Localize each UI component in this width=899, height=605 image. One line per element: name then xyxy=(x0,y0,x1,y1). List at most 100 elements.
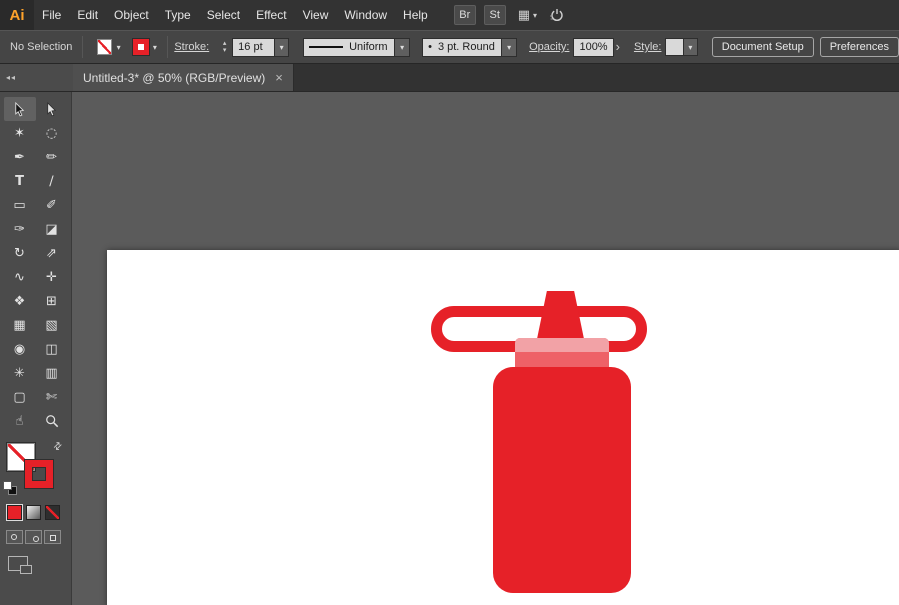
control-bar: No Selection ▾ ▾ Stroke: ▴ ▾ 16 pt ▾ Uni… xyxy=(0,30,899,64)
width-profile-dropdown[interactable]: Uniform ▾ xyxy=(303,38,410,57)
draw-behind-button[interactable] xyxy=(25,530,42,544)
menu-help[interactable]: Help xyxy=(395,0,436,30)
free-transform-icon: ✛ xyxy=(46,271,57,284)
shape-builder-tool[interactable]: ❖ xyxy=(4,289,36,313)
gradient-icon: ▧ xyxy=(45,319,57,332)
stroke-weight-stepper[interactable]: ▴ ▾ xyxy=(219,40,230,54)
brush-dropdown[interactable]: • 3 pt. Round ▾ xyxy=(422,38,517,57)
none-button[interactable] xyxy=(45,505,60,520)
blend-icon: ◫ xyxy=(45,343,57,356)
fill-none-swatch[interactable] xyxy=(97,39,112,55)
draw-inside-button[interactable] xyxy=(44,530,61,544)
fill-chevron-icon[interactable]: ▾ xyxy=(112,38,125,56)
arrange-documents-button[interactable]: ▦ ▾ xyxy=(518,8,537,23)
stroke-swatch-red[interactable] xyxy=(25,460,53,488)
eraser-tool[interactable]: ◪ xyxy=(36,217,68,241)
bottle-neck-band-highlight xyxy=(515,338,609,352)
separator xyxy=(82,36,83,58)
preferences-button[interactable]: Preferences xyxy=(820,37,899,57)
width-tool[interactable]: ∿ xyxy=(4,265,36,289)
column-graph-tool[interactable]: ▥ xyxy=(36,361,68,385)
draw-normal-button[interactable] xyxy=(6,530,23,544)
rectangle-tool[interactable]: ▭ xyxy=(4,193,36,217)
swap-fill-stroke-icon[interactable]: ⇄ xyxy=(51,440,65,454)
gpu-performance-button[interactable] xyxy=(549,7,565,23)
width-icon: ∿ xyxy=(14,271,25,284)
screen-mode-icon xyxy=(20,565,32,574)
slice-tool[interactable]: ✄ xyxy=(36,385,68,409)
style-chevron-icon[interactable]: ▾ xyxy=(684,38,698,56)
tab-bar: ◂◂ Untitled-3* @ 50% (RGB/Preview) × xyxy=(0,64,899,92)
type-tool[interactable]: T xyxy=(4,169,36,193)
hand-tool[interactable]: ☝ xyxy=(4,409,36,433)
hand-icon: ☝ xyxy=(16,415,24,428)
paintbrush-tool[interactable]: ✐ xyxy=(36,193,68,217)
stroke-profile-preview xyxy=(309,46,343,48)
document-setup-button[interactable]: Document Setup xyxy=(712,37,814,57)
opacity-label[interactable]: Opacity: xyxy=(529,41,569,53)
mesh-icon: ▦ xyxy=(13,319,25,332)
style-label[interactable]: Style: xyxy=(634,41,662,53)
menu-view[interactable]: View xyxy=(295,0,337,30)
drawing-mode-buttons xyxy=(0,520,71,544)
menu-select[interactable]: Select xyxy=(199,0,248,30)
selection-tool[interactable] xyxy=(4,97,36,121)
opacity-input[interactable]: 100% xyxy=(573,38,613,57)
opacity-panel-arrow-icon[interactable]: › xyxy=(616,39,620,54)
canvas[interactable] xyxy=(72,92,899,605)
mesh-tool[interactable]: ▦ xyxy=(4,313,36,337)
shaper-tool[interactable]: ✑ xyxy=(4,217,36,241)
screen-mode-button[interactable] xyxy=(8,556,28,571)
color-button[interactable] xyxy=(7,505,22,520)
line-segment-tool[interactable]: ∕ xyxy=(36,169,68,193)
zoom-tool[interactable] xyxy=(36,409,68,433)
fill-stroke-indicator: ⇄ xyxy=(0,441,71,497)
menu-file[interactable]: File xyxy=(34,0,69,30)
menu-type[interactable]: Type xyxy=(157,0,199,30)
gradient-tool[interactable]: ▧ xyxy=(36,313,68,337)
menu-object[interactable]: Object xyxy=(106,0,157,30)
pen-tool[interactable]: ✒ xyxy=(4,145,36,169)
main-area: ✶ ◌ ✒ ✏ T ∕ ▭ ✐ ✑ ◪ ↻ ⇗ ∿ ✛ ❖ ⊞ ▦ ▧ ◉ ◫ xyxy=(0,92,899,605)
eyedropper-tool[interactable]: ◉ xyxy=(4,337,36,361)
bottle-neck-band[interactable] xyxy=(515,338,609,368)
free-transform-tool[interactable]: ✛ xyxy=(36,265,68,289)
magic-wand-tool[interactable]: ✶ xyxy=(4,121,36,145)
stroke-chevron-icon[interactable]: ▾ xyxy=(149,38,162,56)
chevron-down-icon: ▾ xyxy=(533,11,537,20)
gradient-button[interactable] xyxy=(26,505,41,520)
pen-icon: ✒ xyxy=(14,151,25,164)
rectangle-icon: ▭ xyxy=(13,199,25,212)
document-tab[interactable]: Untitled-3* @ 50% (RGB/Preview) × xyxy=(73,64,294,91)
direct-selection-tool[interactable] xyxy=(36,97,68,121)
menu-window[interactable]: Window xyxy=(336,0,395,30)
stock-button[interactable]: St xyxy=(484,5,506,25)
blend-tool[interactable]: ◫ xyxy=(36,337,68,361)
curvature-tool[interactable]: ✏ xyxy=(36,145,68,169)
bridge-button[interactable]: Br xyxy=(454,5,476,25)
menu-effect[interactable]: Effect xyxy=(248,0,294,30)
tab-close-icon[interactable]: × xyxy=(275,70,283,85)
menu-edit[interactable]: Edit xyxy=(69,0,106,30)
brush-chevron-icon[interactable]: ▾ xyxy=(502,38,517,57)
selection-status: No Selection xyxy=(10,41,72,53)
stroke-weight-chevron-icon[interactable]: ▾ xyxy=(275,38,289,57)
artboard-tool[interactable]: ▢ xyxy=(4,385,36,409)
draw-normal-icon xyxy=(11,534,17,540)
perspective-grid-tool[interactable]: ⊞ xyxy=(36,289,68,313)
zoom-icon xyxy=(45,414,59,428)
rotate-tool[interactable]: ↻ xyxy=(4,241,36,265)
symbol-sprayer-tool[interactable]: ✳ xyxy=(4,361,36,385)
default-fill-stroke-button[interactable] xyxy=(3,481,17,495)
stroke-label[interactable]: Stroke: xyxy=(174,41,209,53)
scale-tool[interactable]: ⇗ xyxy=(36,241,68,265)
step-down-icon[interactable]: ▾ xyxy=(223,47,227,54)
profile-chevron-icon[interactable]: ▾ xyxy=(395,38,410,57)
lasso-tool[interactable]: ◌ xyxy=(36,121,68,145)
toolbar-collapse-button[interactable]: ◂◂ xyxy=(0,64,73,91)
separator xyxy=(167,36,168,58)
stroke-color-swatch[interactable] xyxy=(133,39,149,55)
bottle-body[interactable] xyxy=(493,367,631,593)
style-swatch[interactable] xyxy=(665,38,683,56)
stroke-weight-input[interactable]: 16 pt xyxy=(232,38,275,57)
